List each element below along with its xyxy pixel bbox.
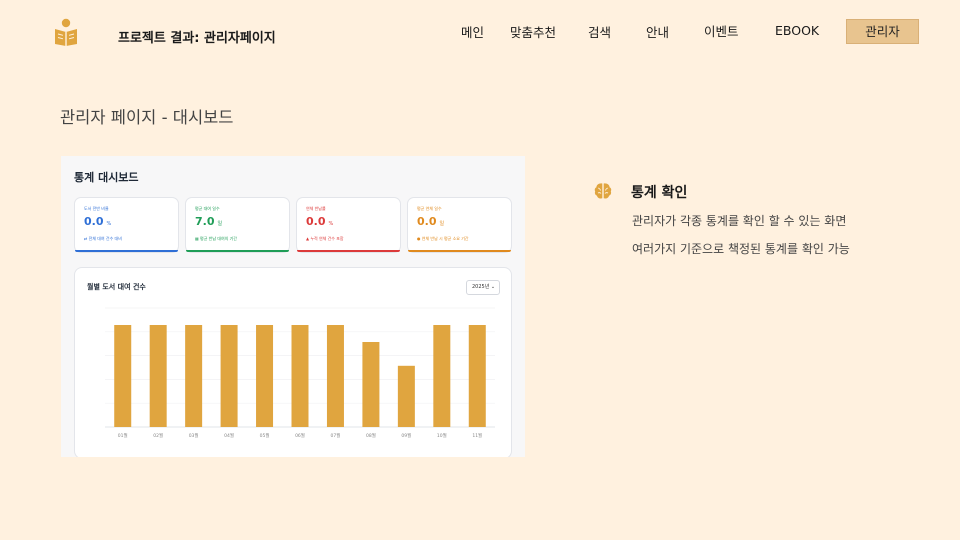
stat-value: 0.0% (306, 215, 334, 228)
stat-card-ratio: 도서 전반 비율 0.0% ⇄ 전체 대여 건수 대비 (75, 198, 178, 252)
stat-note: ▦ 평균 반납 대여의 기간 (195, 236, 237, 241)
bar-10월[interactable] (433, 325, 451, 427)
bar-05월[interactable] (256, 325, 274, 427)
bar-09월[interactable] (397, 365, 415, 427)
x-tick-label: 02월 (153, 432, 163, 439)
nav-event[interactable]: 이벤트 (704, 21, 739, 40)
x-tick-label: 08월 (366, 432, 376, 439)
x-tick-label: 01월 (118, 432, 128, 439)
bar-11월[interactable] (468, 325, 486, 427)
x-tick-label: 07월 (331, 432, 341, 439)
feature-desc-line: 관리자가 각종 통계를 확인 할 수 있는 화면 (632, 214, 847, 228)
stat-note: ▲ 누적 연체 건수 포함 (306, 236, 344, 241)
feature-desc-line: 여러가지 기준으로 책정된 통계를 확인 가능 (632, 242, 850, 256)
stat-card-avg-days: 평균 대여 일수 7.0 일 ▦ 평균 반납 대여의 기간 (186, 198, 289, 252)
brain-icon (594, 183, 612, 199)
x-tick-label: 10월 (437, 432, 447, 439)
nav-guide[interactable]: 안내 (646, 22, 669, 41)
bar-08월[interactable] (362, 342, 380, 427)
bar-06월[interactable] (291, 325, 309, 427)
nav-main[interactable]: 메인 (461, 22, 484, 41)
stat-label: 평균 대여 일수 (195, 206, 220, 211)
x-tick-label: 09월 (401, 432, 411, 439)
nav-recommend[interactable]: 맞춤추천 (510, 22, 556, 41)
stat-label: 평균 연체 일수 (417, 206, 442, 211)
dashboard-title: 통계 대시보드 (74, 171, 139, 184)
bar-02월[interactable] (149, 325, 167, 427)
nav-admin-button[interactable]: 관리자 (846, 19, 919, 44)
stat-value: 0.0% (84, 215, 112, 228)
page-heading: 관리자 페이지 - 대시보드 (60, 108, 234, 127)
dashboard-screenshot: 통계 대시보드 도서 전반 비율 0.0% ⇄ 전체 대여 건수 대비 평균 대… (61, 156, 525, 457)
stat-note: ⇄ 전체 대여 건수 대비 (84, 236, 122, 241)
x-tick-label: 03월 (189, 432, 199, 439)
stat-label: 연체 반납률 (306, 206, 326, 211)
stat-card-overdue-rate: 연체 반납률 0.0% ▲ 누적 연체 건수 포함 (297, 198, 400, 252)
stat-label: 도서 전반 비율 (84, 206, 109, 211)
bar-01월[interactable] (114, 325, 132, 427)
monthly-rental-bar-chart: 01월 02월 03월 04월 05월 06월 07월 08월 09월 10월 11월 (105, 307, 495, 439)
stat-value: 0.0 일 (417, 215, 445, 228)
x-tick-label: 05월 (260, 432, 270, 439)
x-tick-label: 11월 (472, 432, 482, 439)
bar-07월[interactable] (326, 325, 344, 427)
x-tick-label: 06월 (295, 432, 305, 439)
bar-03월[interactable] (185, 325, 203, 427)
stat-value: 7.0 일 (195, 215, 223, 228)
x-tick-label: 04월 (224, 432, 234, 439)
monthly-chart-panel: 월별 도서 대여 건수 2025년 ⌄ 01월 02월 03월 04월 05월 06월 07… (75, 268, 511, 457)
book-reader-logo-icon[interactable] (54, 18, 78, 46)
stat-card-overdue-days: 평균 연체 일수 0.0 일 ● 연체 반납 시 평균 소요 기간 (408, 198, 511, 252)
stat-note: ● 연체 반납 시 평균 소요 기간 (417, 236, 469, 241)
brand-title: 프로젝트 결과: 관리자페이지 (118, 31, 276, 46)
feature-title: 통계 확인 (631, 185, 688, 201)
nav-ebook[interactable]: EBOOK (775, 23, 819, 38)
nav-search[interactable]: 검색 (588, 22, 611, 41)
bar-04월[interactable] (220, 325, 238, 427)
